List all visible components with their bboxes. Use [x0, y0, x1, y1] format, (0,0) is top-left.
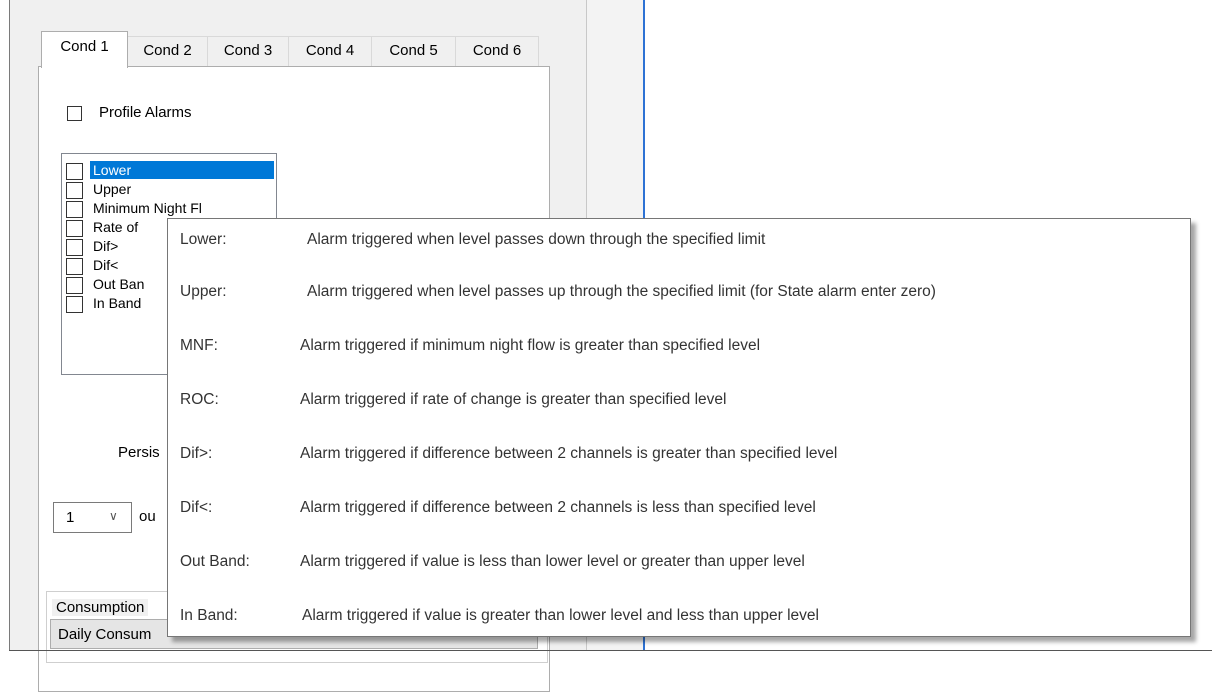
consumption-value: Daily Consum [58, 626, 152, 643]
tooltip-desc: Alarm triggered if minimum night flow is… [300, 337, 761, 354]
list-item-checkbox[interactable] [66, 296, 83, 313]
list-item-checkbox[interactable] [66, 182, 83, 199]
list-item-label: Dif> [93, 238, 119, 254]
list-item-label: Dif< [93, 257, 119, 273]
persistence-select[interactable]: 1 ∨ [53, 502, 132, 533]
tooltip-desc: Alarm triggered if difference between 2 … [300, 499, 816, 516]
list-item-lower[interactable]: Lower [64, 161, 274, 180]
tooltip-key: Dif<: [180, 499, 213, 516]
tab-cond-4[interactable]: Cond 4 [288, 36, 372, 67]
tab-label: Cond 5 [389, 42, 438, 59]
tooltip-key: Upper: [180, 283, 227, 300]
list-item-checkbox[interactable] [66, 163, 83, 180]
tooltip-key: Out Band: [180, 553, 250, 570]
chevron-down-icon: ∨ [109, 509, 118, 523]
consumption-title: Consumption [52, 599, 149, 616]
tab-cond-3[interactable]: Cond 3 [207, 36, 289, 67]
list-item-label: Minimum Night Fl [93, 200, 202, 216]
tooltip-key: ROC: [180, 391, 219, 408]
tab-cond-2[interactable]: Cond 2 [127, 36, 208, 67]
list-item-label: Upper [93, 181, 132, 197]
tooltip-key: Dif>: [180, 445, 213, 462]
list-item-checkbox[interactable] [66, 277, 83, 294]
persistence-value: 1 [66, 509, 75, 526]
list-item-checkbox[interactable] [66, 220, 83, 237]
tooltip-desc: Alarm triggered if value is less than lo… [300, 553, 805, 570]
list-item-checkbox[interactable] [66, 239, 83, 256]
list-item-label: In Band [93, 295, 142, 311]
tooltip-desc: Alarm triggered when level passes up thr… [307, 283, 936, 300]
tooltip-desc: Alarm triggered if value is greater than… [302, 607, 819, 624]
persistence-suffix-label: ou [139, 508, 156, 525]
list-item-label: Rate of [93, 219, 139, 235]
list-item-checkbox[interactable] [66, 258, 83, 275]
list-item-label: Lower [90, 161, 274, 179]
tooltip-desc: Alarm triggered if difference between 2 … [300, 445, 838, 462]
tab-cond-5[interactable]: Cond 5 [371, 36, 456, 67]
profile-alarms-label: Profile Alarms [99, 104, 192, 121]
profile-alarms-checkbox[interactable] [67, 106, 82, 121]
alarm-help-tooltip: Lower: Alarm triggered when level passes… [167, 218, 1191, 637]
tab-cond-6[interactable]: Cond 6 [455, 36, 539, 67]
tooltip-desc: Alarm triggered when level passes down t… [307, 231, 766, 248]
tab-label: Cond 1 [60, 38, 109, 55]
list-item-label: Out Ban [93, 276, 145, 292]
tooltip-key: MNF: [180, 337, 218, 354]
tab-label: Cond 2 [143, 42, 192, 59]
tooltip-desc: Alarm triggered if rate of change is gre… [300, 391, 727, 408]
tab-label: Cond 6 [472, 42, 522, 59]
list-item-minimum-night-flow[interactable]: Minimum Night Fl [64, 199, 274, 218]
persistence-label: Persis [118, 444, 160, 461]
tab-label: Cond 3 [223, 42, 273, 59]
tooltip-key: Lower: [180, 231, 227, 248]
list-item-checkbox[interactable] [66, 201, 83, 218]
tab-label: Cond 4 [305, 42, 355, 59]
tooltip-key: In Band: [180, 607, 238, 624]
list-item-upper[interactable]: Upper [64, 180, 274, 199]
tab-cond-1[interactable]: Cond 1 [41, 31, 128, 68]
